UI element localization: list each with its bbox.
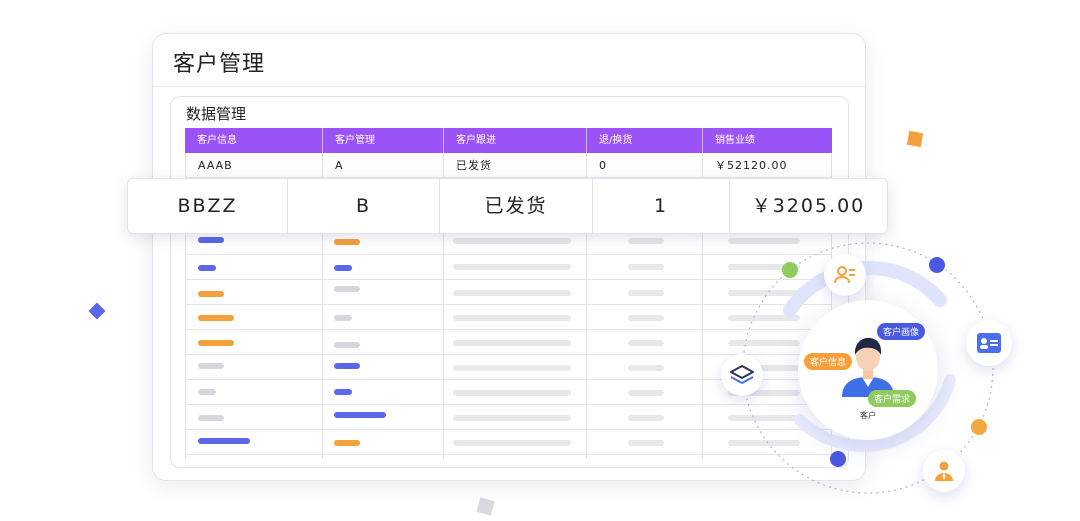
agent-icon <box>935 461 953 481</box>
column-header-customer-info[interactable]: 客户信息 <box>185 128 323 153</box>
highlighted-table-row[interactable]: BBZZ B 已发货 1 ￥3205.00 <box>127 178 888 234</box>
cell-customer-info: AAAB <box>186 153 323 177</box>
skeleton-row <box>185 405 832 430</box>
decor-square-blue <box>88 302 106 320</box>
skeleton-rows <box>185 230 832 459</box>
cell-follow-up: 已发货 <box>440 179 593 233</box>
orbit-dot-orange <box>971 419 987 435</box>
skeleton-row <box>185 355 832 380</box>
id-card-icon <box>977 333 1001 353</box>
data-management-card: 数据管理 客户信息 客户管理 客户跟进 退/换货 销售业绩 AAAB A 已发货… <box>170 96 849 468</box>
data-management-title: 数据管理 <box>186 105 247 123</box>
cell-sales: ￥3205.00 <box>751 195 866 217</box>
skeleton-row <box>185 330 832 355</box>
cell-returns: 0 <box>587 153 703 177</box>
cell-customer-management: B <box>288 179 440 233</box>
tag-customer-portrait: 客户画像 <box>877 323 926 340</box>
cell-customer-info: BBZZ <box>128 179 288 233</box>
table-row[interactable]: AAAB A 已发货 0 ￥52120.00 <box>185 153 832 178</box>
skeleton-row <box>185 280 832 305</box>
customer-management-panel: 客户管理 数据管理 客户信息 客户管理 客户跟进 退/换货 销售业绩 AAAB … <box>152 33 866 481</box>
decor-square-gray <box>476 497 495 516</box>
orbit-dot-blue <box>929 257 945 273</box>
cell-customer-management: A <box>323 153 444 177</box>
skeleton-row <box>185 305 832 330</box>
table-header: 客户信息 客户管理 客户跟进 退/换货 销售业绩 <box>185 128 832 153</box>
skeleton-row <box>185 380 832 405</box>
column-header-follow-up[interactable]: 客户跟进 <box>444 128 587 153</box>
tag-customer-needs: 客户需求 <box>868 390 917 407</box>
column-header-sales[interactable]: 销售业绩 <box>703 128 832 153</box>
node-id-card[interactable] <box>966 320 1012 366</box>
column-header-customer-management[interactable]: 客户管理 <box>323 128 444 153</box>
skeleton-row <box>185 430 832 455</box>
panel-title: 客户管理 <box>173 52 266 77</box>
title-divider <box>153 86 865 87</box>
cell-sales: ￥52120.00 <box>703 153 832 177</box>
column-header-returns[interactable]: 退/换货 <box>587 128 703 153</box>
skeleton-row <box>185 255 832 280</box>
node-agent[interactable] <box>923 450 965 492</box>
decor-square-orange <box>906 130 924 148</box>
cell-returns: 1 <box>593 179 730 233</box>
cell-follow-up: 已发货 <box>444 153 587 177</box>
